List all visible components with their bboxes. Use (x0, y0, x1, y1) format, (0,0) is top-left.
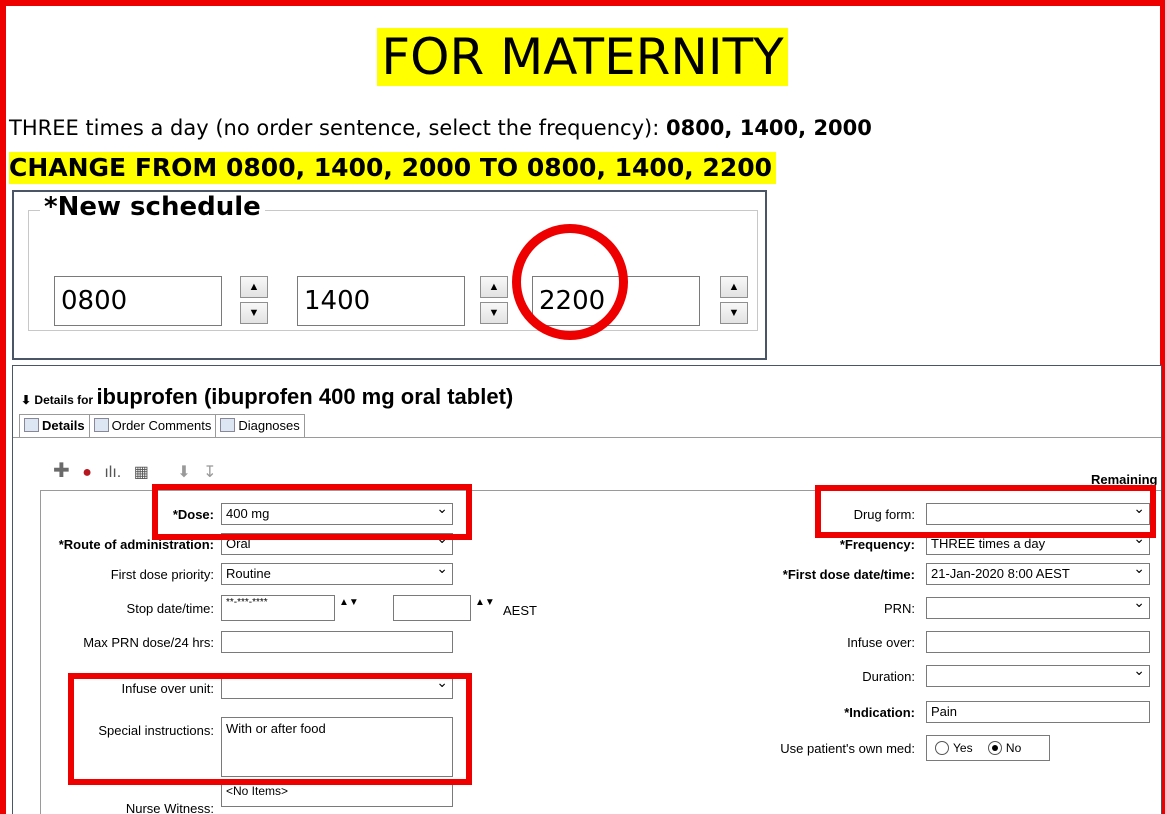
max-prn-label: Max PRN dose/24 hrs: (83, 635, 214, 650)
own-med-no-radio[interactable] (987, 741, 1002, 755)
first-dose-label: *First dose date/time: (782, 567, 915, 582)
diagnoses-icon (220, 418, 236, 432)
detail-tabs: Details Order Comments Diagnoses (19, 414, 305, 438)
prn-label: PRN: (883, 601, 915, 616)
expand-icon[interactable]: ↧ (203, 462, 216, 482)
spin-up-icon[interactable]: ▲ (720, 276, 748, 298)
own-med-radio-group: Yes No (926, 735, 1050, 761)
annotation-box-dose (152, 484, 472, 540)
spin-up-icon[interactable]: ▲ (240, 276, 268, 298)
comments-icon (93, 418, 109, 432)
instruction-times: 0800, 1400, 2000 (665, 116, 872, 140)
med-icon[interactable]: ● (82, 464, 92, 482)
duration-dropdown[interactable] (926, 660, 1150, 687)
annotation-box-drug-form (815, 485, 1156, 538)
frequency-label: *Frequency: (839, 537, 915, 552)
schedule-time-2[interactable]: 1400 (297, 276, 465, 326)
infuse-over-field[interactable] (926, 631, 1150, 653)
own-med-label: Use patient's own med: (780, 741, 915, 756)
own-med-yes-label: Yes (953, 741, 973, 755)
tab-order-comments[interactable]: Order Comments (88, 414, 217, 437)
nurse-witness-label: Nurse Witness: (125, 801, 214, 814)
schedule-time-2-spinner[interactable]: ▲ ▼ (480, 276, 510, 324)
duration-label: Duration: (862, 669, 915, 684)
infuse-over-label: Infuse over: (847, 635, 915, 650)
details-prefix: Details for (34, 393, 94, 407)
move-down-icon[interactable]: ⬇ (177, 462, 190, 482)
new-schedule-panel: *New schedule 0800 ▲ ▼ 1400 ▲ ▼ 2200 ▲ ▼ (12, 190, 767, 360)
details-header[interactable]: ⬇ Details for ibuprofen (ibuprofen 400 m… (21, 384, 513, 410)
tab-diagnoses[interactable]: Diagnoses (215, 414, 305, 437)
schedule-time-1-spinner[interactable]: ▲ ▼ (240, 276, 270, 324)
details-toolbar: ✚ ● ılı. ▦ ⬇ ↧ (53, 458, 225, 483)
nurse-witness-list[interactable]: <No Items> (221, 783, 453, 807)
indication-label: *Indication: (844, 705, 915, 720)
title-wrap: FOR MATERNITY (0, 28, 1165, 86)
stop-date-field[interactable]: **-***-**** (221, 595, 335, 621)
change-instruction: CHANGE FROM 0800, 1400, 2000 TO 0800, 14… (9, 152, 777, 184)
stop-label: Stop date/time: (126, 601, 214, 616)
details-icon (24, 418, 39, 432)
instruction-line: THREE times a day (no order sentence, se… (9, 116, 872, 140)
spin-down-icon[interactable]: ▼ (720, 302, 748, 324)
spin-down-icon[interactable]: ▼ (480, 302, 508, 324)
prn-dropdown[interactable] (926, 592, 1150, 619)
tab-label: Order Comments (111, 418, 212, 433)
collapse-icon[interactable]: ⬇ (21, 393, 31, 407)
annotation-circle (512, 224, 628, 340)
stop-timezone: AEST (503, 603, 537, 618)
page-title: FOR MATERNITY (377, 28, 788, 86)
first-priority-dropdown[interactable]: Routine (221, 558, 453, 585)
first-dose-dropdown[interactable]: 21-Jan-2020 8:00 AEST (926, 558, 1150, 585)
tab-label: Diagnoses (238, 418, 300, 433)
schedule-legend: *New schedule (40, 192, 265, 222)
own-med-no-label: No (1005, 741, 1022, 755)
tab-details[interactable]: Details (19, 414, 90, 437)
chart-icon[interactable]: ılı. (104, 464, 121, 482)
first-priority-label: First dose priority: (110, 567, 214, 582)
tab-divider (13, 437, 1161, 438)
annotation-box-special-instructions (68, 673, 472, 785)
spin-up-icon[interactable]: ▲ (480, 276, 508, 298)
drug-name: ibuprofen (ibuprofen 400 mg oral tablet) (96, 384, 514, 409)
stop-time-spin-icon[interactable]: ▲▼ (475, 597, 495, 608)
indication-field[interactable]: Pain (926, 701, 1150, 723)
max-prn-field[interactable] (221, 631, 453, 653)
tab-label: Details (42, 418, 85, 433)
schedule-time-1[interactable]: 0800 (54, 276, 222, 326)
own-med-yes-radio[interactable] (935, 741, 949, 755)
add-icon[interactable]: ✚ (53, 458, 70, 483)
schedule-icon[interactable]: ▦ (134, 462, 149, 482)
stop-time-field[interactable] (393, 595, 471, 621)
spin-down-icon[interactable]: ▼ (240, 302, 268, 324)
stop-date-spin-icon[interactable]: ▲▼ (339, 597, 359, 608)
schedule-time-3-spinner[interactable]: ▲ ▼ (720, 276, 750, 324)
instruction-text: THREE times a day (no order sentence, se… (9, 116, 666, 140)
